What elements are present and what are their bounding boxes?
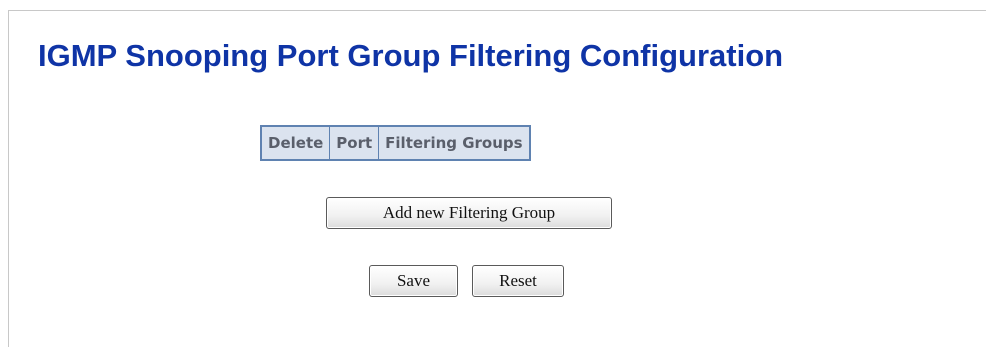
column-header-port: Port (329, 125, 380, 161)
filtering-group-table: Delete Port Filtering Groups (260, 125, 531, 161)
column-header-filtering-groups: Filtering Groups (378, 125, 531, 161)
table-header-row: Delete Port Filtering Groups (260, 125, 531, 161)
content-frame-top-border (8, 10, 986, 11)
add-new-filtering-group-button[interactable]: Add new Filtering Group (326, 197, 612, 229)
reset-button[interactable]: Reset (472, 265, 564, 297)
page-title: IGMP Snooping Port Group Filtering Confi… (38, 38, 784, 73)
column-header-delete: Delete (260, 125, 331, 161)
save-button[interactable]: Save (369, 265, 458, 297)
content-frame-left-border (8, 10, 9, 347)
